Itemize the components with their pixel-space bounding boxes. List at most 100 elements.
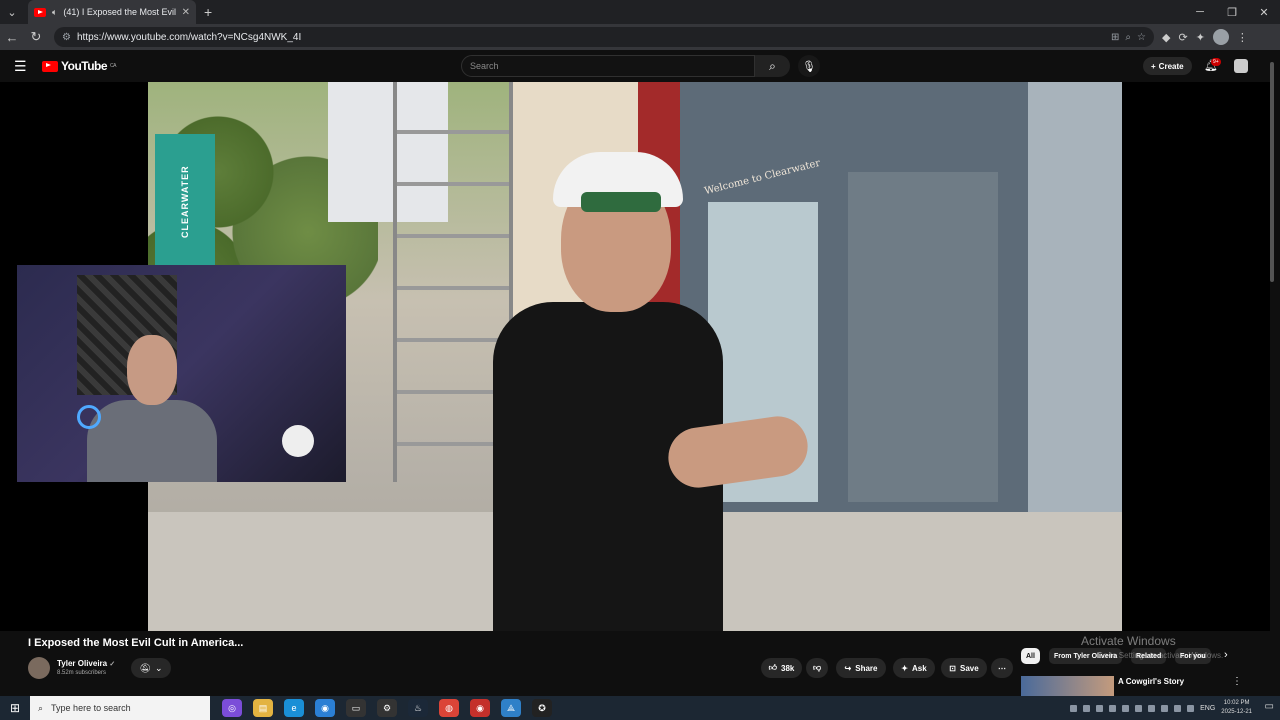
language-indicator[interactable]: ENG [1200, 705, 1215, 712]
tray-icon[interactable] [1135, 704, 1143, 712]
subscription-bell-button[interactable]: 🔕︎ ⌄ [131, 658, 171, 678]
minimize-icon[interactable]: ─ [1184, 0, 1216, 24]
terminal-icon[interactable]: ▭ [346, 699, 366, 717]
notifications-icon[interactable]: ▭ [1265, 701, 1274, 712]
refresh-extension-icon[interactable]: ⟳ [1178, 31, 1187, 44]
new-tab-button[interactable]: + [204, 4, 212, 20]
browser-menu-icon[interactable]: ⋮ [1237, 31, 1248, 44]
app-icon[interactable]: ◉ [315, 699, 335, 717]
reload-button[interactable]: ↻ [24, 24, 48, 50]
zoom-icon[interactable]: ⌕ [1125, 32, 1131, 43]
settings-gear-icon[interactable]: ⚙︎ [377, 699, 397, 717]
more-horizontal-icon: ⋯ [998, 663, 1006, 673]
tray-icon[interactable] [1083, 704, 1091, 712]
bookmark-icon: ⊡ [949, 663, 956, 673]
browser-toolbar: ← ↻ ⚙︎ https://www.youtube.com/watch?v=N… [0, 24, 1280, 50]
microphone-icon: 🎙︎ [802, 60, 816, 73]
voice-search-button[interactable]: 🎙︎ [798, 55, 820, 77]
network-icon[interactable] [1174, 704, 1182, 712]
verified-icon: ✓ [109, 661, 116, 668]
tray-icon[interactable] [1070, 704, 1078, 712]
account-avatar[interactable] [1234, 59, 1248, 73]
search-button[interactable]: ⌕ [755, 55, 790, 77]
window-controls: ─ ❐ ✕ [1184, 0, 1280, 24]
search-input[interactable]: Search [461, 55, 755, 77]
browser-tab-youtube[interactable]: 🔈︎ (41) I Exposed the Most Evil ✕ [28, 0, 196, 24]
create-button[interactable]: + Create [1143, 57, 1192, 75]
youtube-logo[interactable]: YouTube CA [42, 59, 116, 73]
close-tab-icon[interactable]: ✕ [182, 7, 190, 18]
windows-taskbar: ⊞ ⌕ Type here to search ◎ ▤ e ◉ ▭ ⚙︎ ♨ ◍… [0, 696, 1280, 720]
tab-list-button[interactable]: ⌄ [0, 0, 24, 24]
tray-icon[interactable] [1096, 704, 1104, 712]
ring-light [77, 405, 101, 429]
recommendation-title[interactable]: A Cowgirl's Story [1118, 677, 1184, 686]
copilot-icon[interactable]: ◎ [222, 699, 242, 717]
streamer-head [127, 335, 177, 405]
search-icon: ⌕ [769, 58, 776, 73]
extension-icon[interactable]: ◆ [1162, 31, 1170, 44]
channel-name[interactable]: Tyler Oliveira ✓ [57, 659, 115, 668]
back-button[interactable]: ← [0, 24, 24, 50]
taskbar-search[interactable]: ⌕ Type here to search [30, 696, 210, 720]
app-icon-2[interactable]: ⟁ [501, 699, 521, 717]
storefront-door [848, 172, 998, 502]
youtube-logo-text: YouTube [61, 59, 108, 73]
share-icon: ↪ [844, 663, 852, 673]
street-banner: CLEARWATER [155, 134, 215, 269]
app-icon-3[interactable]: ✪ [532, 699, 552, 717]
clock-time: 10:02 PM [1223, 700, 1250, 706]
storefront-window-right [1028, 82, 1122, 562]
tray-icon[interactable] [1109, 704, 1117, 712]
extensions-area: ◆ ⟳ ✦ ⋮ [1162, 29, 1248, 45]
profile-avatar[interactable] [1212, 29, 1229, 45]
clock[interactable]: 10:02 PM 2025-12-21 [1221, 699, 1252, 717]
clock-date: 2025-12-21 [1221, 709, 1252, 715]
youtube-favicon-icon [34, 7, 46, 17]
share-button[interactable]: ↪ Share [836, 658, 886, 678]
recommendation-thumbnail[interactable] [1021, 676, 1114, 696]
windows-start-icon[interactable]: ⊞ [0, 696, 30, 720]
tray-icon[interactable] [1161, 704, 1169, 712]
chevron-right-icon[interactable]: › [1224, 649, 1228, 661]
address-bar[interactable]: ⚙︎ https://www.youtube.com/watch?v=NCsg4… [54, 27, 1154, 47]
page-scrollbar[interactable] [1270, 62, 1274, 282]
tray-icon[interactable] [1122, 704, 1130, 712]
chrome-icon[interactable]: ◍ [439, 699, 459, 717]
restore-icon[interactable]: ❐ [1216, 0, 1248, 24]
youtube-logo-icon [42, 60, 58, 72]
like-button[interactable]: 👍︎ 38k [761, 658, 802, 678]
extensions-puzzle-icon[interactable]: ✦ [1196, 31, 1205, 44]
hamburger-menu-icon[interactable]: ☰ [14, 58, 30, 75]
chip-all[interactable]: All [1021, 648, 1040, 664]
install-app-icon[interactable]: ⊞ [1111, 32, 1119, 43]
ask-label: Ask [912, 663, 927, 673]
more-actions-button[interactable]: ⋯ [991, 658, 1013, 678]
ask-button[interactable]: ✦ Ask [893, 658, 935, 678]
save-button[interactable]: ⊡ Save [941, 658, 987, 678]
speaker-icon[interactable]: 🔈︎ [52, 7, 57, 18]
recommendation-more-icon[interactable]: ⋮ [1232, 676, 1242, 687]
subscriber-count: 8.52m subscribers [57, 670, 107, 676]
bookmark-star-icon[interactable]: ☆ [1137, 32, 1146, 43]
channel-avatar[interactable] [28, 657, 50, 679]
media-app-icon[interactable]: ◉ [470, 699, 490, 717]
country-code: CA [110, 63, 116, 69]
steam-icon[interactable]: ♨ [408, 699, 428, 717]
notifications-badge: 9+ [1211, 58, 1221, 66]
edge-icon[interactable]: e [284, 699, 304, 717]
save-label: Save [960, 663, 979, 673]
channel-name-text[interactable]: Tyler Oliveira [57, 659, 107, 668]
presenter [493, 152, 823, 631]
system-tray: ENG 10:02 PM 2025-12-21 [1070, 696, 1252, 720]
file-explorer-icon[interactable]: ▤ [253, 699, 273, 717]
taskbar-apps: ◎ ▤ e ◉ ▭ ⚙︎ ♨ ◍ ◉ ⟁ ✪ [222, 699, 552, 717]
url-text[interactable]: https://www.youtube.com/watch?v=NCsg4NWK… [77, 32, 1105, 43]
site-info-icon[interactable]: ⚙︎ [62, 32, 71, 43]
close-window-icon[interactable]: ✕ [1248, 0, 1280, 24]
dislike-button[interactable]: 👎︎ [806, 658, 828, 678]
plus-icon: + [1151, 61, 1156, 71]
volume-icon[interactable] [1187, 704, 1195, 712]
tray-icon[interactable] [1148, 704, 1156, 712]
webcam-overlay [17, 265, 346, 482]
